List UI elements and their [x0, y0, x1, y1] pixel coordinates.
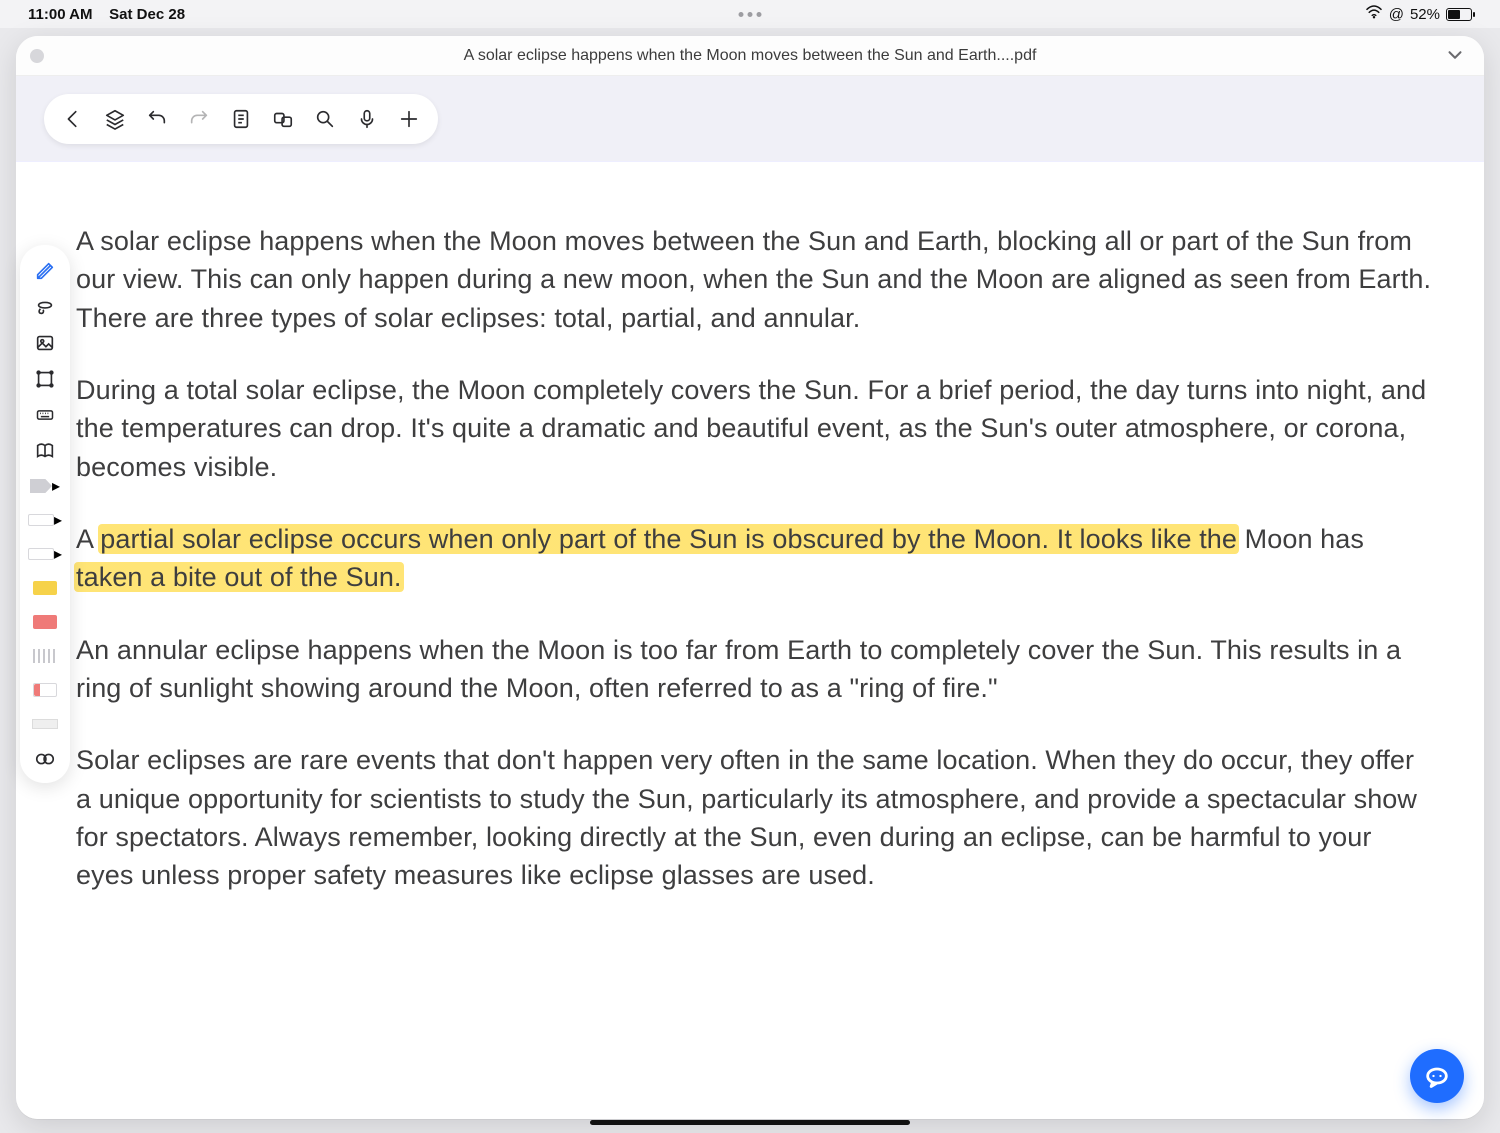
title-dropdown-button[interactable]: [1444, 44, 1466, 71]
paragraph-4: An annular eclipse happens when the Moon…: [76, 631, 1436, 708]
paragraph-1: A solar eclipse happens when the Moon mo…: [76, 222, 1436, 337]
paragraph-5: Solar eclipses are rare events that don'…: [76, 741, 1436, 894]
title-bar: A solar eclipse happens when the Moon mo…: [16, 36, 1484, 76]
ipad-status-bar: 11:00 AM Sat Dec 28 @ 52%: [0, 0, 1500, 28]
white-pen-1-tool[interactable]: ▸: [28, 507, 62, 533]
app-window: A solar eclipse happens when the Moon mo…: [16, 36, 1484, 1119]
drawing-tool-dock: ▸ ▸ ▸: [20, 245, 70, 783]
toolbar-pill: [44, 94, 438, 144]
back-button[interactable]: [62, 108, 84, 130]
orientation-lock-icon: @: [1389, 6, 1404, 23]
close-button[interactable]: [30, 49, 44, 63]
document-page: A solar eclipse happens when the Moon mo…: [76, 222, 1436, 929]
p3-text-b: Moon has: [1237, 524, 1364, 554]
paragraph-2: During a total solar eclipse, the Moon c…: [76, 371, 1436, 486]
status-time-date: 11:00 AM Sat Dec 28: [28, 6, 185, 23]
status-right: @ 52%: [1365, 5, 1472, 23]
highlight-1: partial solar eclipse occurs when only p…: [98, 524, 1239, 554]
eraser-tool[interactable]: [28, 677, 62, 703]
mic-button[interactable]: [356, 108, 378, 130]
battery-percent: 52%: [1410, 6, 1440, 23]
home-indicator[interactable]: [590, 1120, 910, 1125]
add-button[interactable]: [398, 108, 420, 130]
document-viewport[interactable]: A solar eclipse happens when the Moon mo…: [16, 162, 1484, 1119]
status-date: Sat Dec 28: [109, 6, 185, 23]
p3-text-a: A: [76, 524, 100, 554]
highlighter-yellow-tool[interactable]: [28, 575, 62, 601]
wifi-icon: [1365, 5, 1383, 23]
undo-button[interactable]: [146, 108, 168, 130]
toolbar-strip: [16, 76, 1484, 162]
shape-tool[interactable]: [28, 365, 62, 393]
search-button[interactable]: [314, 108, 336, 130]
status-time: 11:00 AM: [28, 6, 92, 23]
paragraph-3: A partial solar eclipse occurs when only…: [76, 520, 1436, 597]
image-tool[interactable]: [28, 329, 62, 357]
document-title: A solar eclipse happens when the Moon mo…: [464, 47, 1037, 65]
layers-button[interactable]: [104, 108, 126, 130]
chat-assistant-button[interactable]: [1410, 1049, 1464, 1103]
lasso-tool[interactable]: [28, 293, 62, 321]
multitask-dots[interactable]: [739, 12, 762, 17]
highlight-2: taken a bite out of the Sun.: [74, 562, 404, 592]
battery-icon: [1446, 8, 1472, 21]
keyboard-tool[interactable]: [28, 401, 62, 429]
fountain-pen-tool[interactable]: ▸: [28, 473, 62, 499]
ruler-tool[interactable]: [28, 711, 62, 737]
link-button[interactable]: [272, 108, 294, 130]
highlighter-red-tool[interactable]: [28, 609, 62, 635]
pen-tool[interactable]: [28, 257, 62, 285]
read-tool[interactable]: [28, 437, 62, 465]
style-picker-button[interactable]: [28, 745, 62, 773]
redo-button[interactable]: [188, 108, 210, 130]
selection-marquee-tool[interactable]: [28, 643, 62, 669]
white-pen-2-tool[interactable]: ▸: [28, 541, 62, 567]
outline-button[interactable]: [230, 108, 252, 130]
